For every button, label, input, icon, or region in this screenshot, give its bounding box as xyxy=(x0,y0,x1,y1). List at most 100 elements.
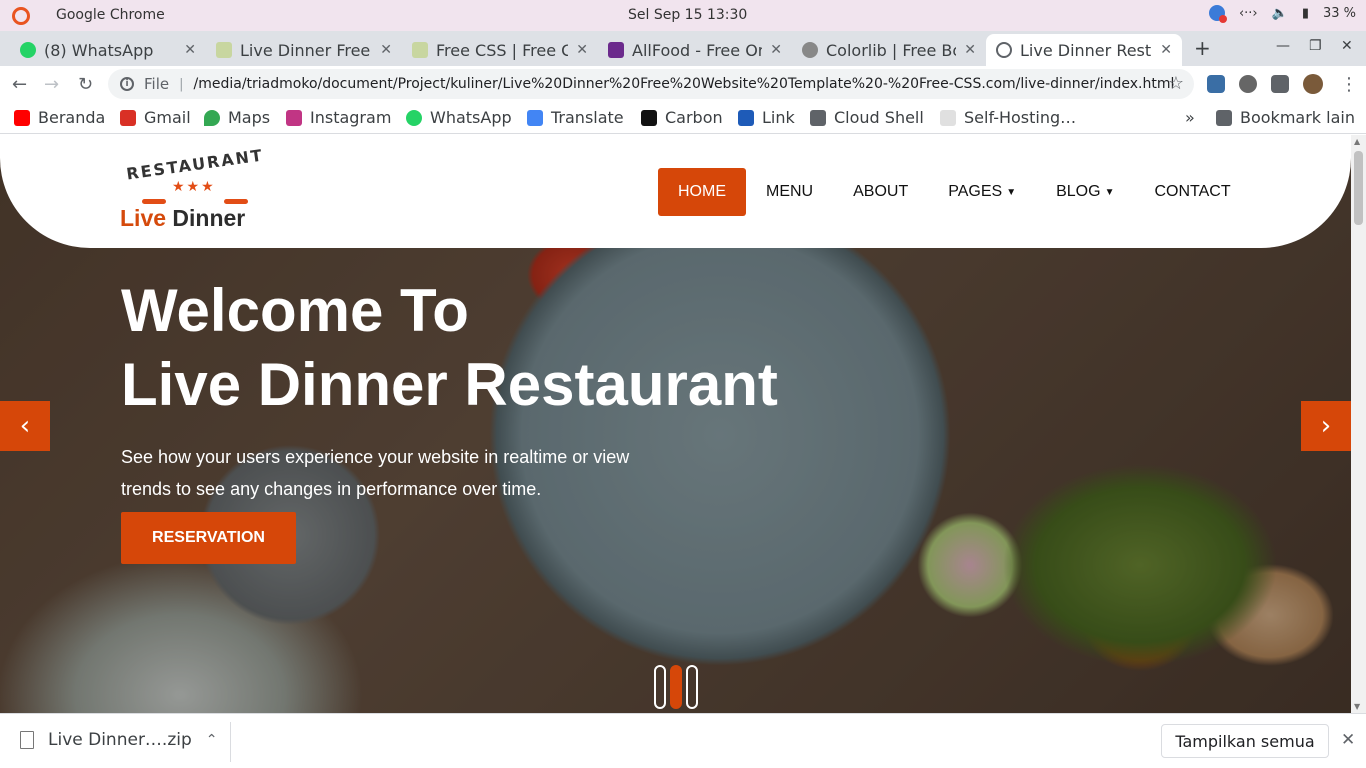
chevron-right-icon: › xyxy=(1320,411,1332,441)
dropdown-caret-icon: ▼ xyxy=(1104,186,1115,198)
os-top-bar: Google Chrome Sel Sep 15 13:30 ‹··› 🔈 ▮ … xyxy=(0,0,1366,31)
bookmark-star-icon[interactable]: ☆ xyxy=(1168,73,1184,94)
address-divider: | xyxy=(179,76,184,92)
download-filename: Live Dinner….zip xyxy=(48,730,192,750)
maps-icon xyxy=(204,109,220,126)
minimize-icon[interactable]: — xyxy=(1276,38,1290,54)
network-icon[interactable]: ‹··› xyxy=(1239,6,1258,21)
more-menu-icon[interactable]: ⋮ xyxy=(1340,74,1358,95)
tab-title: Colorlib | Free Bo xyxy=(826,40,957,60)
tab-live-dinner-free[interactable]: Live Dinner Free ✕ xyxy=(206,34,402,66)
hero-subtitle: See how your users experience your websi… xyxy=(121,447,630,499)
system-tray[interactable]: ‹··› 🔈 ▮ 33 % xyxy=(1208,5,1356,23)
close-tab-icon[interactable]: ✕ xyxy=(184,42,196,58)
bookmark-maps[interactable]: Maps xyxy=(204,108,270,127)
carousel-indicator[interactable] xyxy=(686,665,698,709)
notification-app-icon[interactable] xyxy=(1208,5,1227,23)
tab-title: AllFood - Free On xyxy=(632,40,763,60)
tab-title: Live Dinner Resta xyxy=(1020,40,1153,60)
tab-live-dinner-active[interactable]: Live Dinner Resta ✕ xyxy=(986,34,1182,66)
bookmark-self-hosting[interactable]: Self-Hosting… xyxy=(940,108,1076,127)
nav-about[interactable]: ABOUT xyxy=(833,168,928,216)
bookmark-cloud-shell[interactable]: Cloud Shell xyxy=(810,108,924,127)
gmail-icon xyxy=(120,109,136,126)
puzzle-extensions-icon[interactable] xyxy=(1271,75,1289,93)
file-icon xyxy=(20,731,34,749)
close-tab-icon[interactable]: ✕ xyxy=(576,42,588,58)
site-info-icon[interactable]: i xyxy=(120,77,134,91)
youtube-icon xyxy=(14,109,30,126)
freecss-icon xyxy=(412,42,428,58)
nav-menu[interactable]: MENU xyxy=(746,168,833,216)
folder-icon xyxy=(1216,109,1232,126)
tab-title: (8) WhatsApp xyxy=(44,40,154,60)
tab-whatsapp[interactable]: (8) WhatsApp ✕ xyxy=(10,34,206,66)
nav-contact[interactable]: CONTACT xyxy=(1134,168,1250,216)
active-app-name[interactable]: Google Chrome xyxy=(56,7,165,23)
browser-tab-strip: (8) WhatsApp ✕ Live Dinner Free ✕ Free C… xyxy=(0,31,1366,89)
page-scrollbar[interactable]: ▲ ▼ xyxy=(1351,135,1366,713)
bookmark-gmail[interactable]: Gmail xyxy=(120,108,191,127)
reload-icon[interactable]: ↻ xyxy=(78,74,93,95)
url-text[interactable]: /media/triadmoko/document/Project/kuline… xyxy=(194,76,1175,92)
profile-avatar[interactable] xyxy=(1303,74,1323,94)
window-close-icon[interactable]: ✕ xyxy=(1341,38,1353,54)
new-tab-icon[interactable]: + xyxy=(1194,36,1211,60)
carousel-indicator-active[interactable] xyxy=(670,665,682,709)
scroll-up-icon[interactable]: ▲ xyxy=(1354,137,1360,146)
bookmark-carbon[interactable]: Carbon xyxy=(641,108,723,127)
carousel-next-button[interactable]: › xyxy=(1301,401,1351,451)
address-bar[interactable]: i File | /media/triadmoko/document/Proje… xyxy=(108,69,1194,99)
close-tab-icon[interactable]: ✕ xyxy=(964,42,976,58)
translate-icon xyxy=(527,109,543,126)
system-clock[interactable]: Sel Sep 15 13:30 xyxy=(628,7,747,23)
colorlib-icon xyxy=(608,42,624,58)
scheme-label: File xyxy=(144,75,170,93)
scrollbar-thumb[interactable] xyxy=(1354,151,1363,225)
battery-icon[interactable]: ▮ xyxy=(1302,6,1309,21)
bookmark-link[interactable]: Link xyxy=(738,108,795,127)
back-icon[interactable]: ← xyxy=(12,74,27,95)
scroll-down-icon[interactable]: ▼ xyxy=(1354,702,1360,711)
hero-title-line2: Live Dinner Restaurant xyxy=(121,351,778,418)
cloud-shell-icon xyxy=(810,109,826,126)
tab-colorlib[interactable]: Colorlib | Free Bo ✕ xyxy=(792,34,986,66)
bookmarks-bar: Beranda Gmail Maps Instagram WhatsApp Tr… xyxy=(0,102,1366,134)
tab-free-css[interactable]: Free CSS | Free C ✕ xyxy=(402,34,598,66)
close-download-bar-icon[interactable]: ✕ xyxy=(1341,730,1355,750)
bookmarks-overflow-icon[interactable]: » xyxy=(1185,108,1195,127)
restore-icon[interactable]: ❐ xyxy=(1309,38,1322,54)
freecss-icon xyxy=(216,42,232,58)
ubuntu-logo-icon[interactable] xyxy=(12,7,30,25)
site-logo[interactable]: RESTAURANT ★★★ Live Dinner xyxy=(120,145,270,231)
nav-blog[interactable]: BLOG ▼ xyxy=(1036,168,1134,216)
carousel-indicator[interactable] xyxy=(654,665,666,709)
chevron-up-icon[interactable]: ⌃ xyxy=(206,732,218,748)
logo-name: Live Dinner xyxy=(120,205,246,231)
forward-icon[interactable]: → xyxy=(44,74,59,95)
page-viewport: RESTAURANT ★★★ Live Dinner HOME MENU ABO… xyxy=(0,135,1351,713)
bookmark-translate[interactable]: Translate xyxy=(527,108,624,127)
battery-percentage: 33 % xyxy=(1322,5,1356,21)
show-all-downloads-button[interactable]: Tampilkan semua xyxy=(1161,724,1329,758)
tab-allfood[interactable]: AllFood - Free On ✕ xyxy=(598,34,792,66)
carousel-indicators xyxy=(654,665,698,709)
close-tab-icon[interactable]: ✕ xyxy=(770,42,782,58)
bookmark-beranda[interactable]: Beranda xyxy=(14,108,105,127)
extension-icon[interactable] xyxy=(1207,75,1225,93)
bookmark-other-folder[interactable]: Bookmark lain xyxy=(1216,108,1355,127)
extension-icon[interactable] xyxy=(1239,75,1257,93)
globe-icon xyxy=(996,42,1012,58)
nav-home[interactable]: HOME xyxy=(658,168,746,216)
download-item[interactable]: Live Dinner….zip ⌃ xyxy=(20,730,218,750)
volume-icon[interactable]: 🔈 xyxy=(1272,6,1288,21)
close-tab-icon[interactable]: ✕ xyxy=(380,42,392,58)
bookmark-instagram[interactable]: Instagram xyxy=(286,108,391,127)
bookmark-whatsapp[interactable]: WhatsApp xyxy=(406,108,512,127)
reservation-button[interactable]: RESERVATION xyxy=(121,512,296,564)
close-tab-icon[interactable]: ✕ xyxy=(1160,42,1172,58)
nav-pages[interactable]: PAGES ▼ xyxy=(928,168,1036,216)
carousel-prev-button[interactable]: ‹ xyxy=(0,401,50,451)
instagram-icon xyxy=(286,109,302,126)
wordpress-icon xyxy=(802,42,818,58)
